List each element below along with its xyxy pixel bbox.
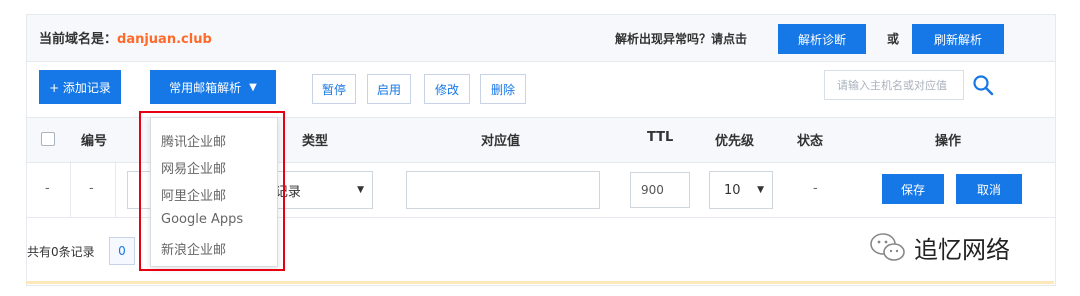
- delete-button[interactable]: 删除: [480, 74, 526, 104]
- page-number[interactable]: 0: [109, 237, 135, 265]
- col-value: 对应值: [481, 134, 521, 149]
- mail-parse-button[interactable]: 常用邮箱解析 ▼: [150, 70, 276, 104]
- add-record-button[interactable]: + 添加记录: [39, 70, 121, 104]
- dropdown-item-netease[interactable]: 网易企业邮: [161, 158, 226, 177]
- dropdown-item-sina[interactable]: 新浪企业邮: [161, 239, 226, 258]
- col-number: 编号: [81, 134, 108, 149]
- domain-name: danjuan.club: [117, 32, 212, 47]
- priority-select[interactable]: 10 ▼: [709, 171, 773, 209]
- col-ttl: TTL: [647, 130, 674, 145]
- wechat-icon: [870, 232, 905, 261]
- priority-value: 10: [724, 182, 741, 198]
- record-count: 共有0条记录: [27, 245, 95, 259]
- current-domain-label: 当前域名是：danjuan.club: [39, 28, 212, 47]
- chevron-down-icon: ▼: [249, 81, 257, 93]
- anomaly-prompt: 解析出现异常吗？请点击: [615, 32, 748, 46]
- col-type: 类型: [302, 134, 329, 149]
- domain-bar: 当前域名是：danjuan.club 解析出现异常吗？请点击 解析诊断 或 刷新…: [27, 15, 1055, 62]
- modify-button[interactable]: 修改: [424, 74, 470, 104]
- dropdown-item-google[interactable]: Google Apps: [161, 212, 243, 227]
- mail-parse-label: 常用邮箱解析: [169, 80, 242, 95]
- select-all-checkbox[interactable]: [41, 132, 55, 146]
- dropdown-item-aliyun[interactable]: 阿里企业邮: [161, 185, 226, 204]
- row-divider: [115, 161, 116, 217]
- cancel-button[interactable]: 取消: [956, 174, 1022, 204]
- col-actions: 操作: [935, 134, 962, 149]
- pause-button[interactable]: 暂停: [312, 74, 356, 104]
- col-status: 状态: [797, 134, 824, 149]
- mail-provider-dropdown: 腾讯企业邮 网易企业邮 阿里企业邮 Google Apps 新浪企业邮: [150, 117, 278, 267]
- chevron-down-icon: ▼: [357, 185, 364, 195]
- watermark-text: 追忆网络: [914, 236, 1010, 264]
- row-divider: [70, 161, 71, 217]
- domain-label-text: 当前域名是：: [39, 32, 118, 47]
- watermark: 追忆网络: [868, 230, 1010, 265]
- row-checkbox-placeholder: -: [45, 181, 50, 196]
- dropdown-item-tencent[interactable]: 腾讯企业邮: [161, 131, 226, 150]
- search-input[interactable]: 请输入主机名或对应值: [824, 70, 964, 100]
- value-input[interactable]: [406, 171, 600, 209]
- row-status: -: [813, 181, 818, 196]
- bottom-stripe: [26, 281, 1054, 284]
- row-number-placeholder: -: [89, 181, 94, 196]
- or-text: 或: [887, 32, 900, 46]
- diagnose-button[interactable]: 解析诊断: [778, 24, 866, 54]
- chevron-down-icon: ▼: [757, 185, 764, 195]
- refresh-button[interactable]: 刷新解析: [912, 24, 1004, 54]
- save-button[interactable]: 保存: [882, 174, 944, 204]
- ttl-input[interactable]: 900: [630, 172, 690, 208]
- col-priority: 优先级: [715, 134, 755, 149]
- search-icon[interactable]: [971, 73, 995, 97]
- enable-button[interactable]: 启用: [367, 74, 411, 104]
